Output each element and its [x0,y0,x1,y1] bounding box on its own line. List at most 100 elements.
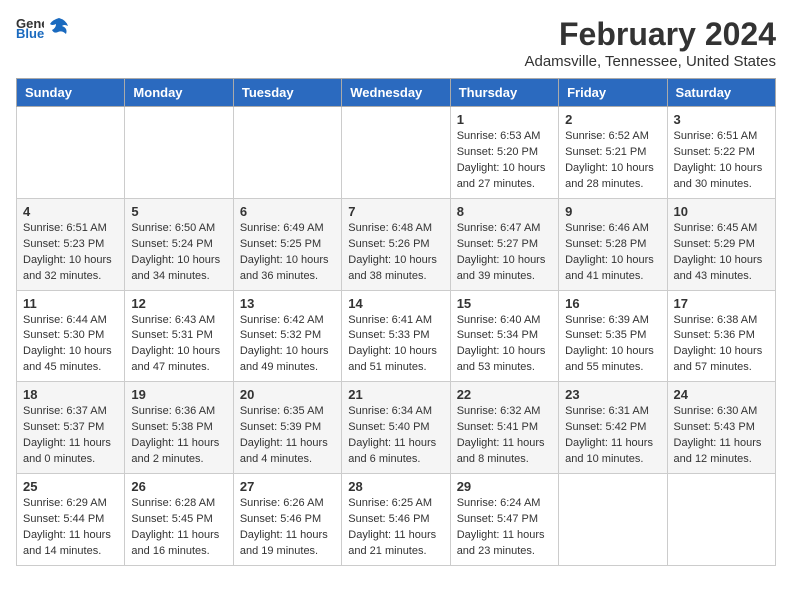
calendar-day-cell: 6Sunrise: 6:49 AM Sunset: 5:25 PM Daylig… [233,198,341,290]
day-info: Sunrise: 6:45 AM Sunset: 5:29 PM Dayligh… [674,221,769,285]
day-number: 26 [131,479,226,494]
day-info: Sunrise: 6:25 AM Sunset: 5:46 PM Dayligh… [348,496,443,560]
day-info: Sunrise: 6:51 AM Sunset: 5:22 PM Dayligh… [674,129,769,193]
empty-cell [17,107,125,199]
column-header-monday: Monday [125,79,233,107]
day-info: Sunrise: 6:35 AM Sunset: 5:39 PM Dayligh… [240,404,335,468]
column-header-saturday: Saturday [667,79,775,107]
calendar-day-cell: 7 Sunrise: 6:48 AM Sunset: 5:26 PM Daylig… [342,198,450,290]
day-info: Sunrise: 6:40 AM Sunset: 5:34 PM Dayligh… [457,313,552,377]
day-number: 19 [131,387,226,402]
day-number: 9 [565,204,660,219]
calendar-day-cell: 19Sunrise: 6:36 AM Sunset: 5:38 PM Dayli… [125,382,233,474]
day-info: Sunrise: 6:39 AM Sunset: 5:35 PM Dayligh… [565,313,660,377]
calendar-day-cell: 13 Sunrise: 6:42 AM Sunset: 5:32 PM Dayli… [233,290,341,382]
calendar-day-cell: 25 Sunrise: 6:29 AM Sunset: 5:44 PM Dayli… [17,474,125,566]
calendar-day-cell: 16Sunrise: 6:39 AM Sunset: 5:35 PM Dayli… [559,290,667,382]
day-number: 13 [240,296,335,311]
calendar-day-cell: 29 Sunrise: 6:24 AM Sunset: 5:47 PM Dayli… [450,474,558,566]
day-info: Sunrise: 6:42 AM Sunset: 5:32 PM Dayligh… [240,313,335,377]
calendar-day-cell: 14 Sunrise: 6:41 AM Sunset: 5:33 PM Dayli… [342,290,450,382]
day-info: Sunrise: 6:38 AM Sunset: 5:36 PM Dayligh… [674,313,769,377]
calendar-body: 1Sunrise: 6:53 AM Sunset: 5:20 PM Daylig… [17,107,776,566]
day-number: 22 [457,387,552,402]
day-number: 10 [674,204,769,219]
calendar-week-row: 4 Sunrise: 6:51 AM Sunset: 5:23 PM Daylig… [17,198,776,290]
calendar-day-cell: 10 Sunrise: 6:45 AM Sunset: 5:29 PM Dayli… [667,198,775,290]
day-info: Sunrise: 6:31 AM Sunset: 5:42 PM Dayligh… [565,404,660,468]
calendar-day-cell: 21 Sunrise: 6:34 AM Sunset: 5:40 PM Dayli… [342,382,450,474]
day-number: 25 [23,479,118,494]
day-number: 20 [240,387,335,402]
calendar-day-cell: 22 Sunrise: 6:32 AM Sunset: 5:41 PM Dayli… [450,382,558,474]
empty-cell [667,474,775,566]
day-info: Sunrise: 6:29 AM Sunset: 5:44 PM Dayligh… [23,496,118,560]
day-info: Sunrise: 6:26 AM Sunset: 5:46 PM Dayligh… [240,496,335,560]
day-number: 7 [348,204,443,219]
day-number: 17 [674,296,769,311]
day-number: 6 [240,204,335,219]
day-info: Sunrise: 6:51 AM Sunset: 5:23 PM Dayligh… [23,221,118,285]
svg-text:Blue: Blue [16,26,44,38]
day-number: 29 [457,479,552,494]
day-info: Sunrise: 6:52 AM Sunset: 5:21 PM Dayligh… [565,129,660,193]
day-info: Sunrise: 6:48 AM Sunset: 5:26 PM Dayligh… [348,221,443,285]
calendar-day-cell: 5 Sunrise: 6:50 AM Sunset: 5:24 PM Daylig… [125,198,233,290]
calendar-day-cell: 18Sunrise: 6:37 AM Sunset: 5:37 PM Dayli… [17,382,125,474]
calendar-day-cell: 12Sunrise: 6:43 AM Sunset: 5:31 PM Dayli… [125,290,233,382]
day-info: Sunrise: 6:44 AM Sunset: 5:30 PM Dayligh… [23,313,118,377]
day-number: 24 [674,387,769,402]
calendar-week-row: 1Sunrise: 6:53 AM Sunset: 5:20 PM Daylig… [17,107,776,199]
day-info: Sunrise: 6:41 AM Sunset: 5:33 PM Dayligh… [348,313,443,377]
day-info: Sunrise: 6:28 AM Sunset: 5:45 PM Dayligh… [131,496,226,560]
calendar-table: SundayMondayTuesdayWednesdayThursdayFrid… [16,78,776,566]
day-number: 12 [131,296,226,311]
page-subtitle: Adamsville, Tennessee, United States [524,53,776,70]
empty-cell [125,107,233,199]
calendar-header-row: SundayMondayTuesdayWednesdayThursdayFrid… [17,79,776,107]
calendar-day-cell: 26 Sunrise: 6:28 AM Sunset: 5:45 PM Dayli… [125,474,233,566]
calendar-day-cell: 9 Sunrise: 6:46 AM Sunset: 5:28 PM Daylig… [559,198,667,290]
title-section: February 2024 Adamsville, Tennessee, Uni… [524,16,776,70]
column-header-tuesday: Tuesday [233,79,341,107]
day-number: 14 [348,296,443,311]
logo-icon: General Blue [16,16,44,38]
calendar-day-cell: 28 Sunrise: 6:25 AM Sunset: 5:46 PM Dayli… [342,474,450,566]
calendar-week-row: 11 Sunrise: 6:44 AM Sunset: 5:30 PM Dayli… [17,290,776,382]
day-number: 4 [23,204,118,219]
day-number: 18 [23,387,118,402]
day-number: 28 [348,479,443,494]
page-title: February 2024 [524,16,776,53]
day-number: 15 [457,296,552,311]
day-info: Sunrise: 6:46 AM Sunset: 5:28 PM Dayligh… [565,221,660,285]
day-number: 2 [565,112,660,127]
calendar-day-cell: 4 Sunrise: 6:51 AM Sunset: 5:23 PM Daylig… [17,198,125,290]
calendar-week-row: 25 Sunrise: 6:29 AM Sunset: 5:44 PM Dayli… [17,474,776,566]
calendar-day-cell: 11 Sunrise: 6:44 AM Sunset: 5:30 PM Dayli… [17,290,125,382]
day-number: 11 [23,296,118,311]
day-info: Sunrise: 6:32 AM Sunset: 5:41 PM Dayligh… [457,404,552,468]
column-header-thursday: Thursday [450,79,558,107]
day-number: 3 [674,112,769,127]
calendar-day-cell: 8Sunrise: 6:47 AM Sunset: 5:27 PM Daylig… [450,198,558,290]
calendar-day-cell: 17 Sunrise: 6:38 AM Sunset: 5:36 PM Dayli… [667,290,775,382]
logo-bird-icon [48,16,70,38]
calendar-day-cell: 27Sunrise: 6:26 AM Sunset: 5:46 PM Dayli… [233,474,341,566]
empty-cell [233,107,341,199]
day-info: Sunrise: 6:24 AM Sunset: 5:47 PM Dayligh… [457,496,552,560]
calendar-day-cell: 24Sunrise: 6:30 AM Sunset: 5:43 PM Dayli… [667,382,775,474]
column-header-friday: Friday [559,79,667,107]
calendar-day-cell: 15 Sunrise: 6:40 AM Sunset: 5:34 PM Dayli… [450,290,558,382]
empty-cell [559,474,667,566]
calendar-day-cell: 3 Sunrise: 6:51 AM Sunset: 5:22 PM Daylig… [667,107,775,199]
day-info: Sunrise: 6:50 AM Sunset: 5:24 PM Dayligh… [131,221,226,285]
day-info: Sunrise: 6:47 AM Sunset: 5:27 PM Dayligh… [457,221,552,285]
calendar-day-cell: 20 Sunrise: 6:35 AM Sunset: 5:39 PM Dayli… [233,382,341,474]
column-header-wednesday: Wednesday [342,79,450,107]
day-info: Sunrise: 6:34 AM Sunset: 5:40 PM Dayligh… [348,404,443,468]
day-number: 21 [348,387,443,402]
calendar-day-cell: 2 Sunrise: 6:52 AM Sunset: 5:21 PM Daylig… [559,107,667,199]
day-number: 1 [457,112,552,127]
day-number: 5 [131,204,226,219]
column-header-sunday: Sunday [17,79,125,107]
